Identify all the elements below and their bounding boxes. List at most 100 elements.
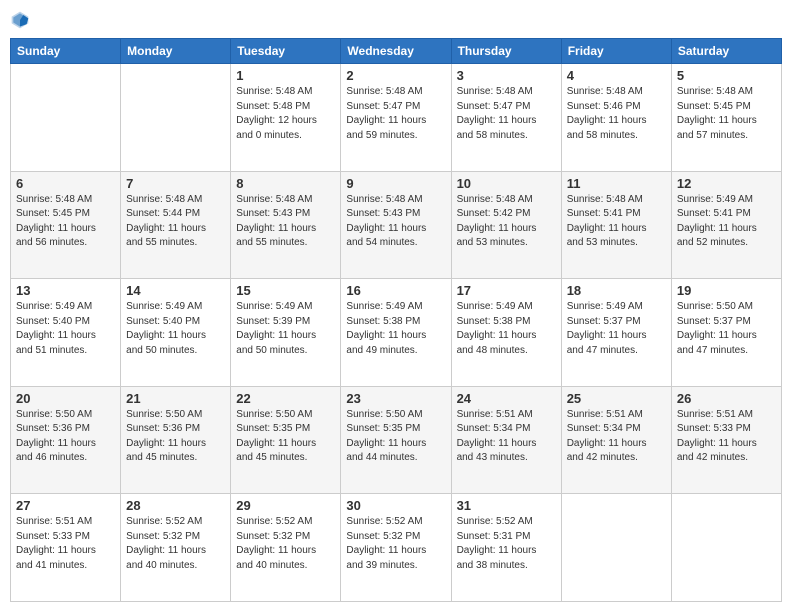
calendar-cell: 11 Sunrise: 5:48 AMSunset: 5:41 PMDayligh… — [561, 171, 671, 279]
calendar-cell: 9Sunrise: 5:48 AMSunset: 5:43 PMDaylight… — [341, 171, 451, 279]
calendar-cell: 25 Sunrise: 5:51 AMSunset: 5:34 PMDayligh… — [561, 386, 671, 494]
day-number: 22 — [236, 391, 335, 406]
day-number: 7 — [126, 176, 225, 191]
day-number: 26 — [677, 391, 776, 406]
calendar-cell: 23 Sunrise: 5:50 AMSunset: 5:35 PMDayligh… — [341, 386, 451, 494]
day-number: 4 — [567, 68, 666, 83]
day-info: Sunrise: 5:49 AMSunset: 5:41 PMDaylight:… — [677, 193, 776, 251]
day-number: 3 — [457, 68, 556, 83]
calendar-cell: 10 Sunrise: 5:48 AMSunset: 5:42 PMDayligh… — [451, 171, 561, 279]
calendar-cell: 30 Sunrise: 5:52 AMSunset: 5:32 PMDayligh… — [341, 494, 451, 602]
day-number: 16 — [346, 283, 445, 298]
day-number: 31 — [457, 498, 556, 513]
calendar-cell: 31 Sunrise: 5:52 AMSunset: 5:31 PMDayligh… — [451, 494, 561, 602]
day-info: Sunrise: 5:51 AMSunset: 5:33 PMDaylight:… — [16, 515, 115, 573]
calendar-cell: 8 Sunrise: 5:48 AMSunset: 5:43 PMDaylight… — [231, 171, 341, 279]
day-number: 30 — [346, 498, 445, 513]
day-header-monday: Monday — [121, 39, 231, 64]
day-info: Sunrise: 5:52 AMSunset: 5:32 PMDaylight:… — [236, 515, 335, 573]
day-number: 28 — [126, 498, 225, 513]
day-header-thursday: Thursday — [451, 39, 561, 64]
day-header-tuesday: Tuesday — [231, 39, 341, 64]
day-number: 14 — [126, 283, 225, 298]
day-info: Sunrise: 5:48 AMSunset: 5:44 PMDaylight:… — [126, 193, 225, 251]
calendar-cell — [121, 64, 231, 172]
day-info: Sunrise: 5:49 AMSunset: 5:37 PMDaylight:… — [567, 300, 666, 358]
day-info: Sunrise: 5:48 AMSunset: 5:43 PMDaylight:… — [236, 193, 335, 251]
day-number: 2 — [346, 68, 445, 83]
logo-icon — [10, 10, 30, 30]
day-info: Sunrise: 5:48 AMSunset: 5:45 PMDaylight:… — [677, 85, 776, 143]
day-number: 19 — [677, 283, 776, 298]
week-row-4: 20 Sunrise: 5:50 AMSunset: 5:36 PMDayligh… — [11, 386, 782, 494]
day-info: Sunrise: 5:48 AMSunset: 5:42 PMDaylight:… — [457, 193, 556, 251]
calendar-cell: 26 Sunrise: 5:51 AMSunset: 5:33 PMDayligh… — [671, 386, 781, 494]
day-number: 9 — [346, 176, 445, 191]
calendar-cell: 20 Sunrise: 5:50 AMSunset: 5:36 PMDayligh… — [11, 386, 121, 494]
calendar-header-row: SundayMondayTuesdayWednesdayThursdayFrid… — [11, 39, 782, 64]
calendar-cell: 12 Sunrise: 5:49 AMSunset: 5:41 PMDayligh… — [671, 171, 781, 279]
week-row-1: 1 Sunrise: 5:48 AMSunset: 5:48 PMDaylight… — [11, 64, 782, 172]
day-info: Sunrise: 5:49 AMSunset: 5:40 PMDaylight:… — [126, 300, 225, 358]
day-header-sunday: Sunday — [11, 39, 121, 64]
day-number: 11 — [567, 176, 666, 191]
day-info: Sunrise: 5:51 AMSunset: 5:33 PMDaylight:… — [677, 408, 776, 466]
day-number: 13 — [16, 283, 115, 298]
day-number: 23 — [346, 391, 445, 406]
calendar-cell: 7 Sunrise: 5:48 AMSunset: 5:44 PMDaylight… — [121, 171, 231, 279]
calendar-cell: 19 Sunrise: 5:50 AMSunset: 5:37 PMDayligh… — [671, 279, 781, 387]
calendar-cell: 4 Sunrise: 5:48 AMSunset: 5:46 PMDaylight… — [561, 64, 671, 172]
day-info: Sunrise: 5:51 AMSunset: 5:34 PMDaylight:… — [567, 408, 666, 466]
day-info: Sunrise: 5:50 AMSunset: 5:35 PMDaylight:… — [346, 408, 445, 466]
day-number: 18 — [567, 283, 666, 298]
day-info: Sunrise: 5:48 AMSunset: 5:48 PMDaylight:… — [236, 85, 335, 143]
day-header-friday: Friday — [561, 39, 671, 64]
day-info: Sunrise: 5:52 AMSunset: 5:31 PMDaylight:… — [457, 515, 556, 573]
calendar-cell: 5Sunrise: 5:48 AMSunset: 5:45 PMDaylight… — [671, 64, 781, 172]
calendar-cell: 21 Sunrise: 5:50 AMSunset: 5:36 PMDayligh… — [121, 386, 231, 494]
calendar-table: SundayMondayTuesdayWednesdayThursdayFrid… — [10, 38, 782, 602]
day-number: 1 — [236, 68, 335, 83]
calendar-cell: 15 Sunrise: 5:49 AMSunset: 5:39 PMDayligh… — [231, 279, 341, 387]
calendar-cell: 1 Sunrise: 5:48 AMSunset: 5:48 PMDaylight… — [231, 64, 341, 172]
day-info: Sunrise: 5:49 AMSunset: 5:38 PMDaylight:… — [346, 300, 445, 358]
day-number: 10 — [457, 176, 556, 191]
calendar-cell: 16 Sunrise: 5:49 AMSunset: 5:38 PMDayligh… — [341, 279, 451, 387]
day-number: 29 — [236, 498, 335, 513]
day-info: Sunrise: 5:49 AMSunset: 5:38 PMDaylight:… — [457, 300, 556, 358]
day-number: 8 — [236, 176, 335, 191]
calendar-cell: 6Sunrise: 5:48 AMSunset: 5:45 PMDaylight… — [11, 171, 121, 279]
day-info: Sunrise: 5:48 AMSunset: 5:45 PMDaylight:… — [16, 193, 115, 251]
calendar-cell: 27Sunrise: 5:51 AMSunset: 5:33 PMDayligh… — [11, 494, 121, 602]
day-number: 20 — [16, 391, 115, 406]
day-number: 24 — [457, 391, 556, 406]
week-row-3: 13 Sunrise: 5:49 AMSunset: 5:40 PMDayligh… — [11, 279, 782, 387]
calendar-cell: 17Sunrise: 5:49 AMSunset: 5:38 PMDayligh… — [451, 279, 561, 387]
calendar-cell: 18 Sunrise: 5:49 AMSunset: 5:37 PMDayligh… — [561, 279, 671, 387]
calendar-cell: 2Sunrise: 5:48 AMSunset: 5:47 PMDaylight… — [341, 64, 451, 172]
day-info: Sunrise: 5:48 AMSunset: 5:47 PMDaylight:… — [457, 85, 556, 143]
day-number: 12 — [677, 176, 776, 191]
day-info: Sunrise: 5:51 AMSunset: 5:34 PMDaylight:… — [457, 408, 556, 466]
day-number: 21 — [126, 391, 225, 406]
calendar-cell: 24 Sunrise: 5:51 AMSunset: 5:34 PMDayligh… — [451, 386, 561, 494]
day-info: Sunrise: 5:50 AMSunset: 5:36 PMDaylight:… — [16, 408, 115, 466]
week-row-2: 6Sunrise: 5:48 AMSunset: 5:45 PMDaylight… — [11, 171, 782, 279]
day-number: 25 — [567, 391, 666, 406]
day-info: Sunrise: 5:52 AMSunset: 5:32 PMDaylight:… — [126, 515, 225, 573]
calendar-cell: 14 Sunrise: 5:49 AMSunset: 5:40 PMDayligh… — [121, 279, 231, 387]
day-info: Sunrise: 5:50 AMSunset: 5:36 PMDaylight:… — [126, 408, 225, 466]
calendar-cell: 3 Sunrise: 5:48 AMSunset: 5:47 PMDaylight… — [451, 64, 561, 172]
day-info: Sunrise: 5:50 AMSunset: 5:37 PMDaylight:… — [677, 300, 776, 358]
day-number: 15 — [236, 283, 335, 298]
day-header-wednesday: Wednesday — [341, 39, 451, 64]
page: SundayMondayTuesdayWednesdayThursdayFrid… — [0, 0, 792, 612]
calendar-cell: 28 Sunrise: 5:52 AMSunset: 5:32 PMDayligh… — [121, 494, 231, 602]
calendar-cell — [561, 494, 671, 602]
day-info: Sunrise: 5:48 AMSunset: 5:46 PMDaylight:… — [567, 85, 666, 143]
day-info: Sunrise: 5:49 AMSunset: 5:39 PMDaylight:… — [236, 300, 335, 358]
day-info: Sunrise: 5:52 AMSunset: 5:32 PMDaylight:… — [346, 515, 445, 573]
calendar-cell — [671, 494, 781, 602]
calendar-cell: 29 Sunrise: 5:52 AMSunset: 5:32 PMDayligh… — [231, 494, 341, 602]
day-info: Sunrise: 5:48 AMSunset: 5:41 PMDaylight:… — [567, 193, 666, 251]
